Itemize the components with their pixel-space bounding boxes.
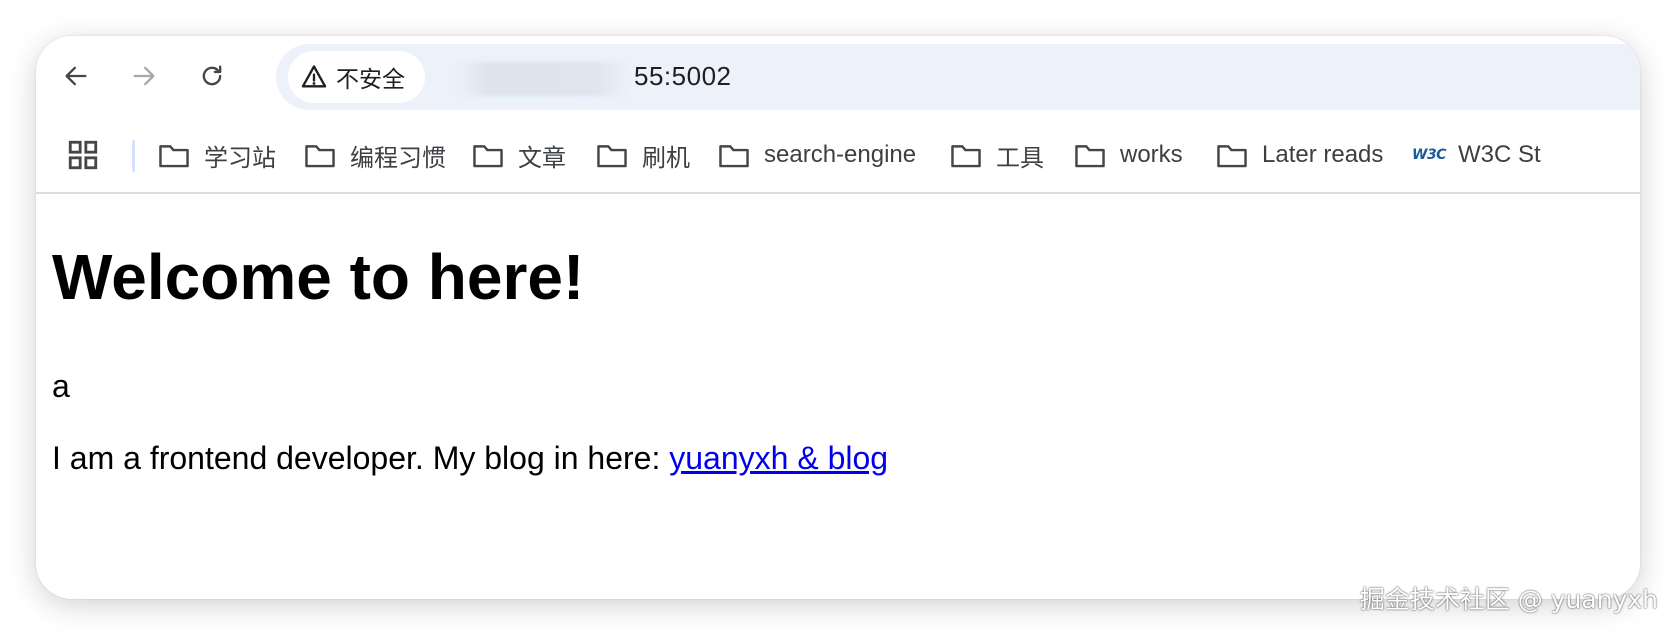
bookmarks-bar: 学习站 编程习惯 文章 刷机 search-engine 工具 works La… (36, 118, 1640, 194)
bookmark-label: W3C St (1458, 141, 1541, 168)
browser-window: 不安全 55:5002 学习站 编程习惯 文章 刷机 search-engine… (36, 36, 1640, 599)
bookmark-folder-search-engine[interactable]: search-engine (718, 134, 916, 176)
folder-icon (719, 145, 749, 168)
url-text[interactable]: 55:5002 (634, 61, 731, 92)
page-content: Welcome to here! a I am a frontend devel… (36, 194, 1640, 599)
bookmark-label: 编程习惯 (350, 143, 446, 172)
address-bar[interactable]: 不安全 55:5002 (276, 44, 1640, 110)
bookmark-folder-later-reads[interactable]: Later reads (1216, 134, 1383, 176)
folder-icon (305, 145, 335, 168)
paragraph-intro: I am a frontend developer. My blog in he… (52, 440, 888, 477)
bookmark-label: search-engine (764, 141, 917, 168)
bookmark-w3c[interactable]: W3C W3C St (1412, 134, 1541, 176)
warning-triangle-icon (301, 65, 327, 88)
blog-link[interactable]: yuanyxh & blog (669, 440, 888, 476)
folder-icon (597, 145, 627, 168)
folder-icon (159, 145, 189, 168)
paragraph-a: a (52, 368, 70, 404)
bookmark-folder-study[interactable]: 学习站 (158, 134, 276, 176)
arrow-left-icon (65, 66, 87, 86)
bookmark-label: Later reads (1262, 141, 1384, 168)
security-indicator[interactable]: 不安全 (288, 51, 425, 103)
browser-toolbar: 不安全 55:5002 (36, 36, 1640, 118)
bookmark-folder-coding-habits[interactable]: 编程习惯 (304, 134, 446, 176)
reload-button[interactable] (192, 56, 232, 96)
forward-button[interactable] (124, 56, 164, 96)
bookmark-label: 学习站 (204, 143, 276, 172)
bookmark-label: 工具 (996, 143, 1044, 172)
page-heading: Welcome to here! (52, 241, 585, 313)
bookmark-label: works (1120, 141, 1183, 168)
folder-icon (1075, 145, 1105, 168)
apps-grid-icon[interactable] (66, 138, 100, 172)
redacted-url-host (454, 62, 632, 96)
folder-icon (951, 145, 981, 168)
bookmark-label: 刷机 (642, 143, 690, 172)
folder-icon (1217, 145, 1247, 168)
bookmark-label: 文章 (518, 143, 566, 172)
bookmark-folder-flashing[interactable]: 刷机 (596, 134, 690, 176)
bookmarks-separator (132, 140, 135, 172)
bookmark-folder-articles[interactable]: 文章 (472, 134, 566, 176)
arrow-right-icon (133, 66, 155, 86)
watermark: 掘金技术社区 @ yuanyxh (1359, 585, 1658, 614)
bookmark-folder-tools[interactable]: 工具 (950, 134, 1044, 176)
security-label: 不安全 (336, 67, 405, 93)
w3c-logo-icon: W3C (1412, 147, 1446, 163)
folder-icon (473, 145, 503, 168)
back-button[interactable] (56, 56, 96, 96)
bookmark-folder-works[interactable]: works (1074, 134, 1183, 176)
intro-text: I am a frontend developer. My blog in he… (52, 440, 670, 476)
reload-icon (202, 65, 222, 86)
